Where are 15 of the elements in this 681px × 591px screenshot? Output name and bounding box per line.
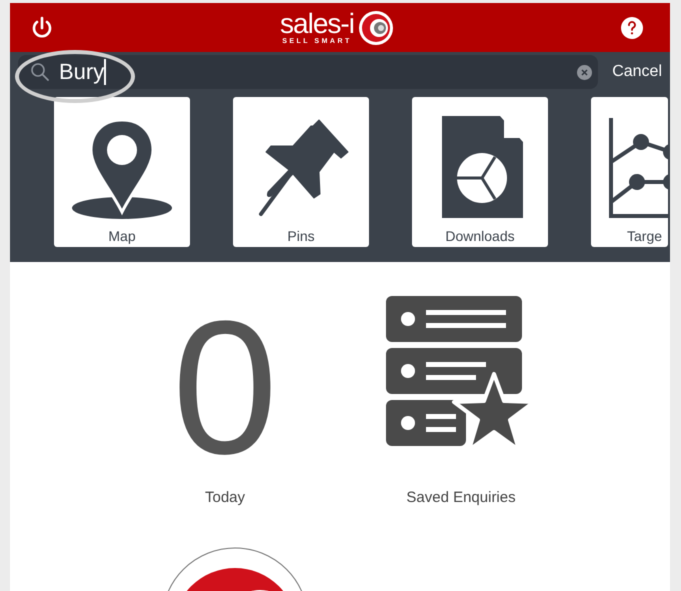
- widget-label: Saved Enquiries: [406, 489, 516, 506]
- logo-text: sales-i: [280, 10, 354, 38]
- help-icon[interactable]: [620, 16, 644, 40]
- widget-label: Today: [204, 489, 246, 506]
- power-icon[interactable]: [30, 16, 54, 40]
- cancel-button[interactable]: Cancel: [606, 63, 668, 81]
- count-number: 0: [172, 308, 278, 468]
- search-field[interactable]: Bury: [18, 55, 598, 89]
- menu-tile[interactable]: Targe: [591, 97, 668, 247]
- menu-tile[interactable]: Map: [54, 97, 190, 247]
- menu-tile[interactable]: Pins: [233, 97, 369, 247]
- search-icon: [30, 62, 50, 82]
- menu-tile[interactable]: Downloads: [412, 97, 548, 247]
- logo-icon: [358, 10, 394, 46]
- clear-icon[interactable]: [577, 64, 592, 80]
